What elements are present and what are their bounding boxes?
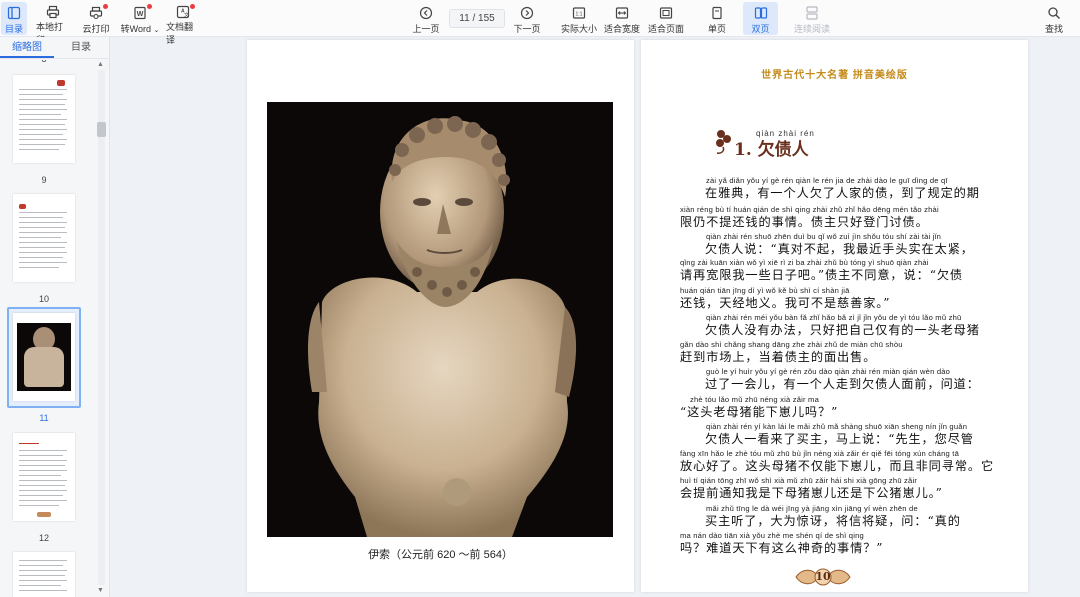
text-line: 限仍不提还钱的事情。债主只好登门讨债。 [680, 215, 929, 229]
to-word-dot [147, 4, 152, 9]
fit-width-label: 适合宽度 [603, 24, 640, 34]
scroll-track [98, 70, 105, 585]
next-page-label: 下一页 [513, 24, 541, 34]
toc-button-label: 目录 [4, 24, 23, 34]
toolbar: 目录 本地打印 云打印 W 转Word ⌄ A文 文档翻译 上一页 11 / 1… [0, 0, 1080, 45]
actual-size-button[interactable]: 1:1 实际大小 [559, 2, 599, 35]
sidebar-scrollbar[interactable]: ▲ ▼ [96, 60, 106, 597]
fit-page-button[interactable]: 适合页面 [646, 2, 686, 35]
to-word-label: 转Word ⌄ [120, 24, 160, 34]
double-page-button[interactable]: 双页 [743, 2, 778, 35]
svg-text:W: W [137, 11, 144, 18]
local-print-button[interactable]: 本地打印 [36, 2, 70, 45]
thumbnail-page-9[interactable] [13, 75, 75, 163]
page-number-field[interactable]: 11 / 155 [449, 9, 505, 28]
text-line: 赶到市场上，当着债主的面出售。 [680, 350, 877, 364]
text-line: 会提前通知我是下母猪崽儿还是下公猪崽儿。” [680, 486, 943, 500]
cloud-print-icon [88, 4, 108, 21]
thumbnail-label-partial: 8 [13, 60, 75, 64]
aesop-bust-photo [267, 102, 613, 537]
svg-text:1:1: 1:1 [576, 11, 583, 17]
chapter-ornament-icon [713, 127, 735, 160]
scroll-up-icon[interactable]: ▲ [97, 61, 104, 68]
thumbnail-page-10[interactable] [13, 194, 75, 282]
text-line: 还钱，天经地义。我可不是慈善家。” [680, 296, 891, 310]
toc-icon [6, 5, 22, 21]
thumbnail-list[interactable]: 8 9 10 11 12 [0, 60, 110, 597]
to-word-button[interactable]: W 转Word ⌄ [120, 2, 160, 35]
svg-text:文: 文 [184, 12, 189, 19]
photo-caption: 伊索（公元前 620 ～前 564） [368, 549, 513, 561]
cloud-print-label: 云打印 [82, 24, 110, 34]
double-page-icon [753, 5, 769, 21]
actual-size-label: 实际大小 [560, 24, 597, 34]
text-line: 过了一会儿，有一个人走到欠债人面前，问道： [705, 377, 980, 391]
translate-dot [190, 4, 195, 9]
translate-label: 文档翻译 [166, 22, 194, 45]
text-line: 欠债人说：“真对不起，我最近手头实在太紧， [705, 242, 974, 256]
text-line: “这头老母猪能下崽儿吗？” [680, 405, 839, 419]
tab-toc[interactable]: 目录 [54, 37, 108, 58]
fit-width-icon [614, 5, 630, 21]
translate-button[interactable]: A文 文档翻译 [166, 2, 200, 45]
page-number-text: 10 [815, 570, 831, 583]
continuous-label: 连续阅读 [793, 24, 830, 34]
text-line: 请再宽限我一些日子吧。”债主不同意，说：“欠债 [680, 268, 963, 282]
text-line: 欠债人一看来了买主，马上说：“先生，您尽管 [705, 432, 974, 446]
prev-page-label: 上一页 [412, 24, 440, 34]
thumbnail-label-selected: 11 [39, 413, 49, 423]
chevron-down-icon: ⌄ [153, 27, 160, 34]
double-page-label: 双页 [751, 24, 770, 34]
toc-button[interactable]: 目录 [1, 2, 27, 35]
actual-size-icon: 1:1 [571, 5, 587, 21]
continuous-reading-button[interactable]: 连续阅读 [793, 2, 831, 35]
scroll-down-icon[interactable]: ▼ [97, 587, 104, 594]
arrow-up-circle-icon [418, 5, 434, 21]
thumbnail-mark [57, 80, 65, 86]
word-icon: W [132, 4, 152, 21]
text-line: 放心好了。这头母猪不仅能下崽儿，而且非同寻常。它 [680, 459, 995, 473]
cloud-print-button[interactable]: 云打印 [82, 2, 110, 35]
thumbnail-page-12[interactable] [13, 433, 75, 521]
sidebar: 缩略图 目录 8 9 10 11 12 [0, 37, 110, 597]
arrow-down-circle-icon [519, 5, 535, 21]
thumbnail-photo [17, 323, 71, 391]
text-line: 在雅典，有一个人欠了人家的债，到了规定的期 [705, 186, 980, 200]
printer-icon [45, 5, 61, 19]
thumbnail-label: 10 [38, 294, 49, 304]
thumbnail-label: 12 [38, 533, 49, 543]
thumbnail-page-11[interactable] [13, 313, 75, 401]
text-line: 欠债人没有办法，只好把自己仅有的一头老母猪 [705, 323, 980, 337]
single-page-label: 单页 [707, 24, 726, 34]
text-line: 买主听了，大为惊讶，将信将疑，问：“真的 [705, 514, 961, 528]
text-line: 吗？难道天下有这么神奇的事情？” [680, 541, 884, 555]
translate-icon: A文 [175, 4, 195, 19]
continuous-icon [804, 5, 820, 21]
search-icon [1046, 5, 1062, 21]
chapter-title: 1. 欠债人 [734, 140, 809, 160]
single-page-button[interactable]: 单页 [703, 2, 731, 35]
sidebar-tabs: 缩略图 目录 [0, 37, 109, 59]
search-label: 查找 [1044, 24, 1063, 34]
page-number-badge: 10 [792, 566, 854, 588]
cloud-print-dot [103, 4, 108, 9]
fit-width-button[interactable]: 适合宽度 [603, 2, 641, 35]
tab-thumbnails[interactable]: 缩略图 [0, 37, 54, 58]
single-page-icon [709, 5, 725, 21]
fit-page-icon [658, 5, 674, 21]
thumbnail-page-13[interactable] [13, 552, 75, 597]
prev-page-button[interactable]: 上一页 [410, 2, 442, 35]
scroll-thumb[interactable] [97, 122, 106, 137]
book-header: 世界古代十大名著 拼音美绘版 [761, 70, 908, 81]
thumbnail-label: 9 [41, 175, 47, 185]
thumbnail-mark [19, 204, 26, 209]
fit-page-label: 适合页面 [647, 24, 684, 34]
search-button[interactable]: 查找 [1042, 2, 1066, 35]
next-page-button[interactable]: 下一页 [511, 2, 543, 35]
